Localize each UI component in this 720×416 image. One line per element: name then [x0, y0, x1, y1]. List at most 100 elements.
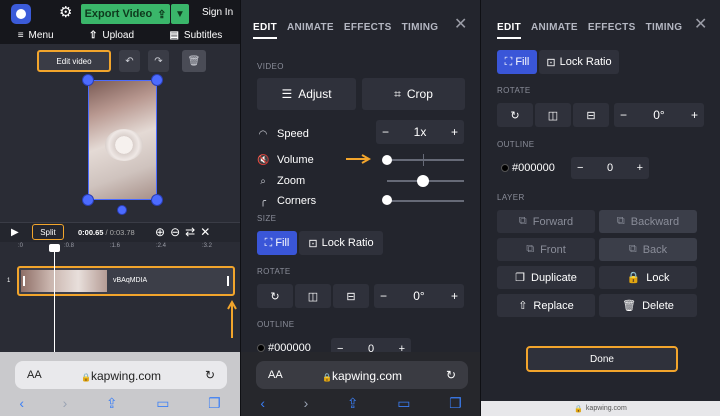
timeline-tools: ⊕ ⊖ ⇄ ✕: [155, 225, 210, 239]
lock-ratio-button[interactable]: ⊡ Lock Ratio: [299, 231, 383, 255]
lock-ratio-button[interactable]: ⊡ Lock Ratio: [539, 50, 619, 74]
plus-icon[interactable]: +: [691, 108, 698, 122]
speed-stepper[interactable]: − 1x +: [376, 120, 464, 144]
export-dropdown-button[interactable]: ▼: [171, 4, 189, 24]
resize-handle-bottom-left[interactable]: [82, 194, 94, 206]
gear-icon[interactable]: ⚙: [59, 5, 72, 21]
volume-slider[interactable]: [387, 159, 464, 161]
minus-icon[interactable]: −: [380, 289, 387, 303]
replace-button[interactable]: ⇧ Replace: [497, 294, 595, 317]
rotate-button[interactable]: ↻: [497, 103, 533, 127]
split-button[interactable]: Split: [32, 224, 64, 240]
minus-icon[interactable]: −: [577, 162, 583, 174]
bookmarks-icon[interactable]: ▭: [156, 395, 169, 412]
forward-icon[interactable]: ›: [63, 395, 68, 411]
plus-icon[interactable]: +: [451, 289, 458, 303]
duplicate-button[interactable]: ❐ Duplicate: [497, 266, 595, 289]
redo-button[interactable]: ↷: [148, 50, 169, 72]
fill-button[interactable]: ⛶ Fill: [497, 50, 537, 74]
lock-button[interactable]: 🔒 Lock: [599, 266, 697, 289]
front-label: Front: [540, 243, 566, 256]
tab-edit[interactable]: EDIT: [253, 22, 277, 39]
plus-icon[interactable]: +: [451, 125, 458, 139]
flip-vertical-button[interactable]: ⊟: [573, 103, 609, 127]
url-bar[interactable]: AA 🔒kapwing.com ↻: [15, 361, 227, 389]
play-icon[interactable]: ▶: [11, 227, 19, 238]
fill-icon: ⛶: [504, 55, 513, 68]
kapwing-logo[interactable]: [11, 4, 31, 24]
sign-in-link[interactable]: Sign In: [202, 7, 233, 18]
undo-button[interactable]: ↶: [119, 50, 140, 72]
tab-timing[interactable]: TIMING: [646, 22, 683, 39]
share-icon[interactable]: ⇪: [106, 395, 118, 412]
volume-slider-thumb[interactable]: [382, 155, 392, 165]
forward-button[interactable]: ⧉ Forward: [497, 210, 595, 233]
rotate-button[interactable]: ↻: [257, 284, 293, 308]
zoom-slider-thumb[interactable]: [417, 175, 429, 187]
rotation-stepper[interactable]: − 0° +: [374, 284, 464, 308]
close-icon[interactable]: ✕: [694, 14, 707, 34]
rotation-stepper[interactable]: − 0° +: [614, 103, 704, 127]
zoom-in-icon[interactable]: ⊕: [155, 225, 165, 239]
muted-speaker-icon: 🔇: [257, 154, 270, 166]
tab-bar: EDIT ANIMATE EFFECTS TIMING: [497, 22, 682, 39]
close-icon[interactable]: ✕: [200, 225, 210, 239]
tabs-icon[interactable]: ❐: [449, 395, 462, 412]
tab-timing[interactable]: TIMING: [402, 22, 439, 39]
front-button[interactable]: ⧉ Front: [497, 238, 595, 261]
share-icon[interactable]: ⇪: [347, 395, 359, 412]
tabs-icon[interactable]: ❐: [208, 395, 221, 412]
corners-slider[interactable]: [387, 200, 464, 202]
menu-button[interactable]: ≡ Menu: [18, 28, 54, 42]
zoom-out-icon[interactable]: ⊖: [170, 225, 180, 239]
url-bar[interactable]: AA 🔒kapwing.com ↻: [256, 361, 468, 389]
resize-handle-top-left[interactable]: [82, 74, 94, 86]
rotate-handle[interactable]: [117, 205, 127, 215]
delete-layer-button[interactable]: 🗑 Delete: [599, 294, 697, 317]
back-button[interactable]: ⧉ Back: [599, 238, 697, 261]
swap-icon[interactable]: ⇄: [185, 225, 195, 239]
fill-button[interactable]: ⛶ Fill: [257, 231, 297, 255]
tab-animate[interactable]: ANIMATE: [531, 22, 578, 39]
resize-handle-top-right[interactable]: [151, 74, 163, 86]
corners-slider-thumb[interactable]: [382, 195, 392, 205]
tab-animate[interactable]: ANIMATE: [287, 22, 334, 39]
export-video-button[interactable]: Export Video ⇪: [81, 4, 170, 24]
bring-front-icon: ⧉: [526, 243, 535, 255]
tab-effects[interactable]: EFFECTS: [344, 22, 392, 39]
forward-icon[interactable]: ›: [304, 395, 309, 411]
done-button[interactable]: Done: [526, 346, 678, 372]
annotation-arrow-right-icon: [346, 154, 371, 164]
adjust-label: Adjust: [298, 87, 332, 101]
flip-horizontal-button[interactable]: ◫: [535, 103, 571, 127]
minus-icon[interactable]: −: [620, 108, 627, 122]
minus-icon[interactable]: −: [382, 125, 389, 139]
outline-width-stepper[interactable]: − 0 +: [571, 157, 649, 179]
backward-button[interactable]: ⧉ Backward: [599, 210, 697, 233]
video-track-clip[interactable]: vBAqMDIA: [17, 266, 235, 296]
reload-icon[interactable]: ↻: [446, 368, 456, 382]
outline-color[interactable]: #000000: [501, 162, 555, 174]
flip-horizontal-button[interactable]: ◫: [295, 284, 331, 308]
adjust-button[interactable]: ☰ Adjust: [257, 78, 356, 110]
delete-button[interactable]: 🗑: [182, 50, 206, 72]
flip-vertical-button[interactable]: ⊟: [333, 284, 369, 308]
back-icon[interactable]: ‹: [19, 395, 24, 411]
subtitles-button[interactable]: ▤ Subtitles: [169, 28, 222, 42]
playhead[interactable]: [54, 248, 55, 353]
close-icon[interactable]: ✕: [454, 14, 467, 34]
reload-icon[interactable]: ↻: [205, 368, 215, 382]
bookmarks-icon[interactable]: ▭: [397, 395, 410, 412]
crop-button[interactable]: ⌗ Crop: [362, 78, 465, 110]
plus-icon[interactable]: +: [637, 162, 643, 174]
clip-trim-handle-left[interactable]: [23, 276, 25, 286]
upload-label: Upload: [102, 29, 135, 41]
resize-handle-bottom-right[interactable]: [151, 194, 163, 206]
back-icon[interactable]: ‹: [260, 395, 265, 411]
clip-trim-handle-right[interactable]: [227, 276, 229, 286]
edit-video-button[interactable]: Edit video: [37, 50, 111, 72]
tab-effects[interactable]: EFFECTS: [588, 22, 636, 39]
upload-button[interactable]: ⇧ Upload: [89, 28, 134, 42]
video-preview[interactable]: [88, 80, 157, 200]
tab-edit[interactable]: EDIT: [497, 22, 521, 39]
